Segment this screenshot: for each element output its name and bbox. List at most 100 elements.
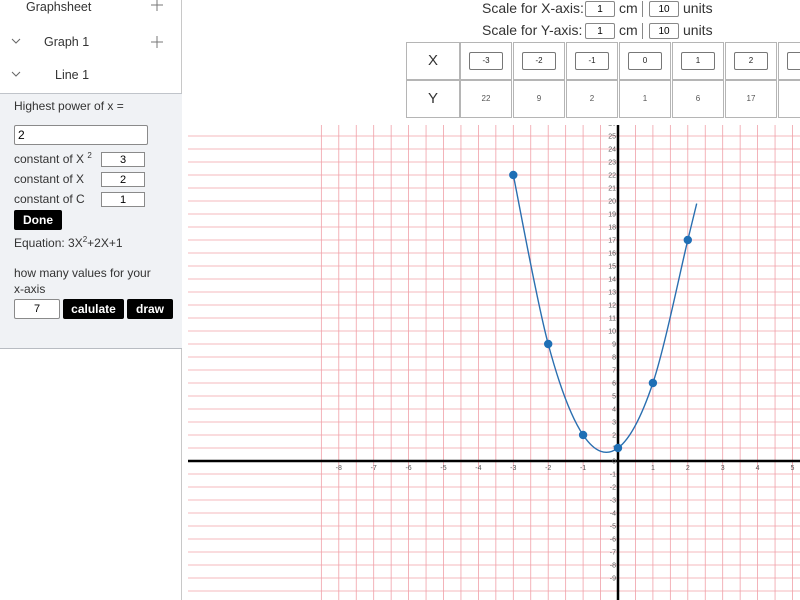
const-c-input[interactable] (101, 192, 145, 207)
x-tick-label: -1 (580, 465, 586, 472)
y-tick-label: -1 (610, 472, 616, 479)
x-value-input[interactable]: -3 (469, 52, 503, 70)
y-tick-label: 14 (608, 277, 616, 284)
y-scale-units-input[interactable] (649, 23, 679, 39)
y-scale-cm-input[interactable] (585, 23, 615, 39)
y-value-cell: 22 (460, 80, 512, 118)
y-tick-label: 20 (608, 199, 616, 206)
tree-item-label: Graph 1 (44, 35, 90, 49)
x-value-input[interactable]: 2 (734, 52, 768, 70)
x-tick-label: -4 (475, 465, 481, 472)
tree-item-graph[interactable]: Graph 1 (0, 33, 182, 53)
y-tick-label: -7 (610, 550, 616, 557)
const-x-input[interactable] (101, 172, 145, 187)
x-tick-label: -6 (405, 465, 411, 472)
tree-item-graphsheet[interactable]: Graphsheet (0, 0, 182, 18)
y-tick-label: 11 (609, 316, 616, 323)
y-units-label: units (683, 22, 713, 38)
y-tick-label: 18 (608, 225, 616, 232)
y-tick-label: 26 (608, 125, 616, 128)
grid-lines (188, 125, 800, 600)
const-x2-label: constant of X 2 (14, 151, 92, 167)
x-cm-label: cm (619, 0, 638, 16)
y-scale-label: Scale for Y-axis: (482, 22, 583, 38)
values-question-line1: how many values for your (14, 266, 151, 280)
done-button[interactable]: Done (14, 210, 62, 230)
x-tick-label: -5 (440, 465, 446, 472)
y-tick-label: 24 (608, 147, 616, 154)
x-tick-label: -8 (336, 465, 342, 472)
y-tick-label: -6 (610, 537, 616, 544)
y-tick-label: 12 (608, 303, 616, 310)
y-value-cell: 17 (725, 80, 777, 118)
draw-button[interactable]: draw (127, 299, 173, 319)
y-value-cell: 2 (566, 80, 618, 118)
y-tick-label: 8 (612, 355, 616, 362)
y-value-cell: 9 (513, 80, 565, 118)
graph-canvas[interactable]: -8-7-6-5-4-3-2-1123456789-9-8-7-6-5-4-3-… (188, 125, 800, 600)
y-tick-label: -4 (610, 511, 616, 518)
const-x2-input[interactable] (101, 152, 145, 167)
data-point (648, 378, 658, 388)
y-tick-label: 5 (612, 394, 616, 401)
y-tick-label: 6 (612, 381, 616, 388)
x-value-input[interactable]: 1 (681, 52, 715, 70)
y-tick-label: 10 (608, 329, 616, 336)
y-value-cell: 1 (619, 80, 671, 118)
plus-icon[interactable] (150, 35, 164, 49)
x-tick-label: 1 (651, 465, 655, 472)
x-tick-label: -2 (545, 465, 551, 472)
x-scale-cm-input[interactable] (585, 1, 615, 17)
x-value-input[interactable]: -2 (522, 52, 556, 70)
scale-controls: Scale for X-axis: cm units Scale for Y-a… (480, 0, 800, 42)
y-tick-label: 25 (608, 134, 616, 141)
y-tick-label: 17 (608, 238, 616, 245)
equation-prefix: Equation: 3X (14, 236, 83, 250)
data-point (578, 430, 588, 440)
power-input[interactable] (14, 125, 148, 145)
y-value-cell: 6 (672, 80, 724, 118)
x-value-input[interactable]: -1 (575, 52, 609, 70)
const-x2-sup: 2 (87, 151, 92, 160)
plus-icon[interactable] (150, 0, 164, 12)
sidebar: Graphsheet Graph 1 Line 1 Highest power … (0, 0, 182, 600)
x-tick-label: 4 (756, 465, 760, 472)
x-cell: -2 (513, 42, 565, 80)
x-scale-units-input[interactable] (649, 1, 679, 17)
y-tick-label: 19 (608, 212, 616, 219)
values-count-input[interactable] (14, 299, 60, 319)
equation-suffix: +2X+1 (87, 236, 123, 250)
tree-item-label: Graphsheet (26, 0, 92, 14)
axes (188, 125, 800, 600)
x-tick-label: -7 (371, 465, 377, 472)
chevron-down-icon[interactable] (10, 68, 22, 80)
divider (642, 1, 643, 17)
calculate-button[interactable]: calulate (63, 299, 124, 319)
divider (642, 23, 643, 39)
x-cell: 2 (725, 42, 777, 80)
x-value-input[interactable] (787, 52, 800, 70)
data-point (683, 235, 692, 245)
curve (512, 174, 698, 453)
values-question-line2: x-axis (14, 282, 46, 296)
y-tick-label: -2 (610, 485, 616, 492)
x-tick-label: 3 (721, 465, 725, 472)
y-tick-label: -3 (610, 498, 616, 505)
y-tick-label: 21 (608, 186, 616, 193)
x-tick-label: 5 (791, 465, 795, 472)
y-tick-label: 9 (612, 342, 616, 349)
const-c-label: constant of C (14, 192, 85, 206)
x-cell: -3 (460, 42, 512, 80)
tick-labels: -8-7-6-5-4-3-2-1123456789-9-8-7-6-5-4-3-… (336, 125, 795, 583)
line-settings-panel: Highest power of x = constant of X 2 con… (0, 93, 182, 349)
y-tick-label: 3 (612, 420, 616, 427)
x-cell: 1 (672, 42, 724, 80)
tree-item-line[interactable]: Line 1 (0, 66, 182, 86)
equation-text: Equation: 3X2+2X+1 (14, 236, 123, 251)
chevron-down-icon[interactable] (10, 35, 22, 47)
y-tick-label: 22 (608, 173, 616, 180)
x-value-input[interactable]: 0 (628, 52, 662, 70)
y-tick-label: 13 (608, 290, 616, 297)
data-point (613, 443, 623, 453)
data-point (509, 170, 518, 180)
